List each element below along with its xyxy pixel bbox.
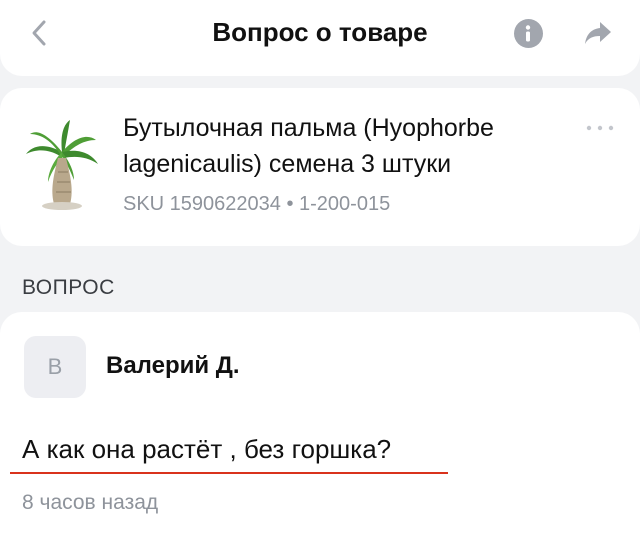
more-dots-icon bbox=[586, 125, 614, 131]
top-bar: Вопрос о товаре bbox=[0, 0, 640, 76]
more-options-button[interactable] bbox=[580, 116, 620, 140]
product-card[interactable]: Бутылочная пальма (Hyophorbe lagenicauli… bbox=[0, 88, 640, 246]
question-text: А как она растёт , без горшка? bbox=[22, 434, 392, 464]
question-card: В Валерий Д. А как она растёт , без горш… bbox=[0, 312, 640, 552]
red-underline bbox=[10, 472, 448, 474]
info-icon bbox=[513, 18, 543, 48]
share-button[interactable] bbox=[578, 15, 618, 51]
palm-tree-image bbox=[26, 120, 98, 210]
avatar: В bbox=[24, 336, 86, 398]
section-heading: ВОПРОС bbox=[22, 276, 115, 299]
product-sku: SKU 1590622034 • 1-200-015 bbox=[123, 193, 391, 215]
product-title: Бутылочная пальма (Hyophorbe lagenicauli… bbox=[123, 114, 494, 178]
question-timestamp: 8 часов назад bbox=[22, 491, 159, 514]
share-icon bbox=[585, 22, 611, 44]
info-button[interactable] bbox=[510, 15, 546, 51]
author-name: Валерий Д. bbox=[106, 352, 240, 379]
